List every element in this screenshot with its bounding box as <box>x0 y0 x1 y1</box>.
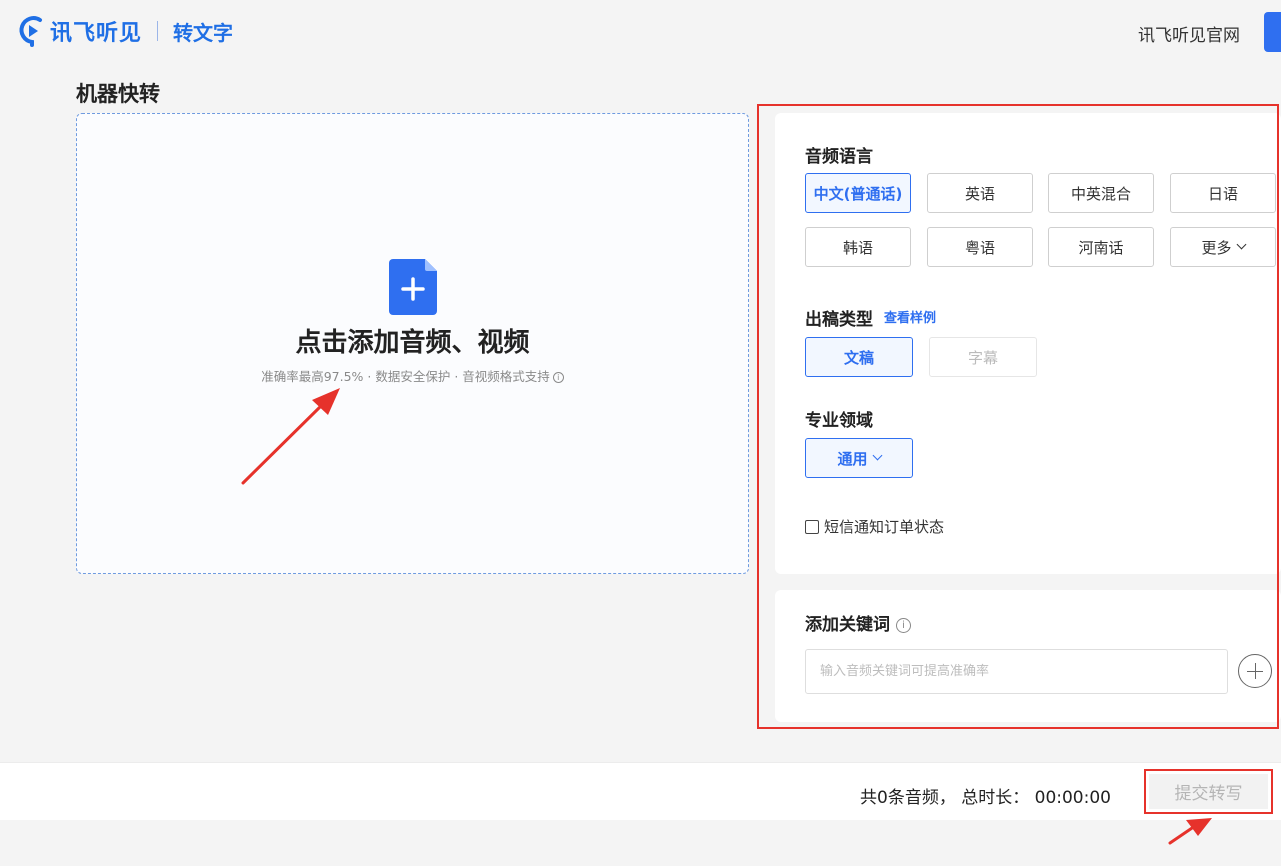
product-name: 转文字 <box>173 20 234 45</box>
audio-summary: 共0条音频， 总时长： 00:00:00 <box>860 788 1111 808</box>
upload-title: 点击添加音频、视频 <box>295 328 530 358</box>
page-title: 机器快转 <box>76 82 160 106</box>
brand-name: 讯飞听见 <box>50 21 143 46</box>
footer-bar: 共0条音频， 总时长： 00:00:00 提交转写 <box>0 762 1281 820</box>
info-icon[interactable]: i <box>552 372 564 383</box>
brand-logo[interactable]: 讯飞听见 转文字 <box>18 14 233 48</box>
submit-button[interactable]: 提交转写 <box>1149 774 1268 809</box>
upload-dropzone[interactable]: 点击添加音频、视频 准确率最高97.5% · 数据安全保护 · 音视频格式支持 i <box>76 113 749 574</box>
official-site-link[interactable]: 讯飞听见官网 <box>1138 21 1240 46</box>
submit-arrow <box>1168 818 1212 845</box>
upload-subtitle: 准确率最高97.5% · 数据安全保护 · 音视频格式支持 i <box>77 366 748 385</box>
upload-subtitle-text: 准确率最高97.5% · 数据安全保护 · 音视频格式支持 <box>261 369 550 384</box>
top-header: 讯飞听见 转文字 讯飞听见官网 <box>0 0 1281 64</box>
logo-divider <box>157 21 159 41</box>
settings-highlight-box <box>757 104 1279 729</box>
ear-play-icon <box>19 16 42 47</box>
add-file-icon <box>389 259 437 315</box>
login-button[interactable] <box>1264 12 1281 52</box>
